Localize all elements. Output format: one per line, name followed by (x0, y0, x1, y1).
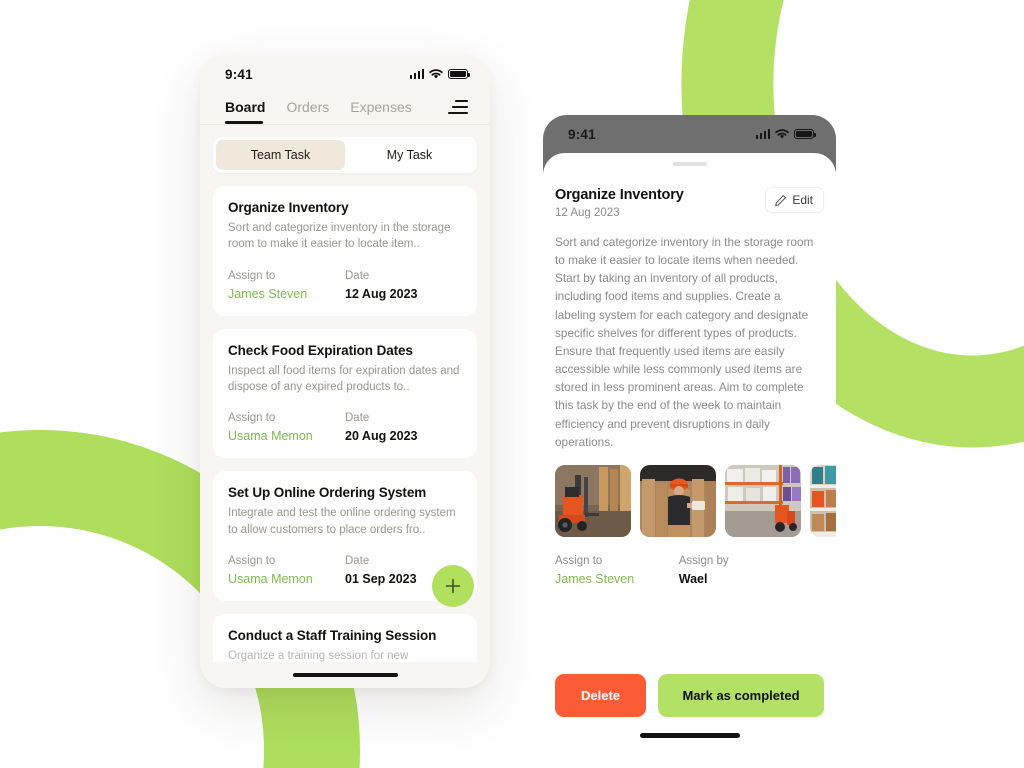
assignee-name: Usama Memon (228, 429, 313, 444)
delete-button[interactable]: Delete (555, 674, 647, 717)
task-meta: Assign to Usama Memon Date 20 Aug 2023 (228, 412, 462, 443)
left-home-indicator-wrap (200, 662, 490, 688)
assign-to-label: Assign to (228, 554, 276, 567)
task-title: Set Up Online Ordering System (228, 485, 427, 501)
sheet-body: Organize Inventory 12 Aug 2023 Edit Sort… (543, 170, 836, 727)
task-date: 12 Aug 2023 (345, 286, 418, 301)
task-card[interactable]: Organize Inventory Sort and categorize i… (213, 186, 477, 316)
home-indicator[interactable] (292, 673, 398, 677)
edit-button-label: Edit (792, 193, 813, 207)
add-task-fab-button[interactable] (432, 565, 474, 607)
edit-button[interactable]: Edit (765, 187, 824, 213)
attachment-thumbnails (555, 464, 836, 537)
forklift-in-warehouse-photo[interactable] (555, 464, 631, 537)
assign-to-block: Assign to James Steven (555, 555, 679, 586)
warehouse-shelving-photo[interactable] (725, 464, 801, 537)
top-nav-tabs: Board Orders Expenses (200, 93, 490, 124)
task-date: 20 Aug 2023 (345, 429, 418, 444)
drag-handle[interactable] (672, 162, 707, 166)
mark-as-completed-button[interactable]: Mark as completed (658, 674, 824, 717)
right-phone-task-detail-screen: 9:41 Organize Inventory 12 Aug 2023 Edit… (543, 115, 836, 727)
task-detail-bottom-sheet: Organize Inventory 12 Aug 2023 Edit Sort… (543, 153, 836, 727)
task-card-list: Organize Inventory Sort and categorize i… (200, 173, 490, 662)
task-scope-segmented-control: Team Task My Task (213, 137, 477, 173)
task-assignee-block: Assign to James Steven (228, 270, 345, 301)
date-label: Date (345, 412, 370, 425)
segment-my-task[interactable]: My Task (345, 140, 474, 170)
task-title: Organize Inventory (228, 200, 349, 215)
wifi-icon (775, 128, 789, 139)
assign-to-label: Assign to (555, 554, 603, 567)
segment-team-task[interactable]: Team Task (216, 140, 345, 170)
hamburger-menu-icon[interactable] (448, 100, 468, 123)
status-bar-time: 9:41 (568, 126, 596, 142)
task-assignee-block: Assign to Usama Memon (228, 555, 345, 586)
task-card[interactable]: Check Food Expiration Dates Inspect all … (213, 328, 477, 459)
segmented-control-wrapper: Team Task My Task (200, 125, 490, 173)
task-date-block: Date 20 Aug 2023 (345, 412, 462, 443)
assignment-info: Assign to James Steven Assign by Wael (555, 555, 824, 586)
left-status-bar: 9:41 (200, 55, 490, 93)
date-label: Date (345, 269, 370, 282)
task-full-description: Sort and categorize inventory in the sto… (555, 235, 814, 449)
cellular-signal-icon (409, 69, 424, 79)
detail-action-buttons: Delete Mark as completed (555, 674, 824, 727)
pencil-edit-icon (775, 194, 787, 206)
assign-by-label: Assign by (678, 554, 729, 567)
task-meta: Assign to James Steven Date 12 Aug 2023 (228, 270, 462, 301)
task-assignee-block: Assign to Usama Memon (228, 412, 345, 443)
task-card[interactable]: Conduct a Staff Training Session Organiz… (213, 613, 477, 662)
assign-to-label: Assign to (228, 269, 276, 282)
right-status-bar: 9:41 (543, 115, 836, 153)
task-title: Check Food Expiration Dates (228, 342, 413, 358)
worker-with-clipboard-photo[interactable] (640, 464, 716, 537)
assignee-name: Usama Memon (228, 571, 313, 586)
task-title: Conduct a Staff Training Session (228, 627, 437, 643)
assign-to-value: James Steven (555, 571, 635, 586)
assign-by-value: Wael (678, 571, 708, 586)
left-phone-board-screen: 9:41 Board Orders Expenses Team Task My … (200, 55, 490, 688)
tab-expenses[interactable]: Expenses (350, 99, 411, 124)
detail-date: 12 Aug 2023 (555, 207, 620, 219)
status-bar-icons (409, 68, 471, 80)
task-description: Sort and categorize inventory in the sto… (228, 222, 451, 251)
task-description: Organize a training session for new empl… (228, 649, 409, 662)
task-description: Inspect all food items for expiration da… (228, 364, 460, 393)
task-date-block: Date 12 Aug 2023 (345, 270, 462, 301)
sheet-handle-wrap (543, 153, 836, 170)
battery-full-icon (794, 129, 817, 139)
tab-orders[interactable]: Orders (286, 99, 329, 124)
wifi-icon (429, 68, 443, 79)
battery-full-icon (448, 69, 471, 79)
detail-header: Organize Inventory 12 Aug 2023 Edit (555, 187, 824, 219)
tab-board[interactable]: Board (225, 99, 265, 124)
right-home-indicator[interactable] (640, 733, 740, 738)
decorative-background (0, 0, 1024, 768)
plus-icon (445, 578, 461, 594)
stocked-shelves-photo[interactable] (810, 464, 836, 537)
task-description: Integrate and test the online ordering s… (228, 507, 456, 536)
task-meta: Assign to Usama Memon Date 01 Sep 2023 (228, 555, 462, 586)
page-title: Organize Inventory (555, 187, 684, 203)
status-bar-icons (755, 128, 817, 140)
assignee-name: James Steven (228, 286, 308, 301)
date-label: Date (345, 554, 370, 567)
assign-by-block: Assign by Wael (679, 555, 803, 586)
assign-to-label: Assign to (228, 412, 276, 425)
cellular-signal-icon (755, 129, 770, 139)
detail-title-block: Organize Inventory 12 Aug 2023 (555, 187, 684, 219)
status-bar-time: 9:41 (225, 66, 253, 82)
